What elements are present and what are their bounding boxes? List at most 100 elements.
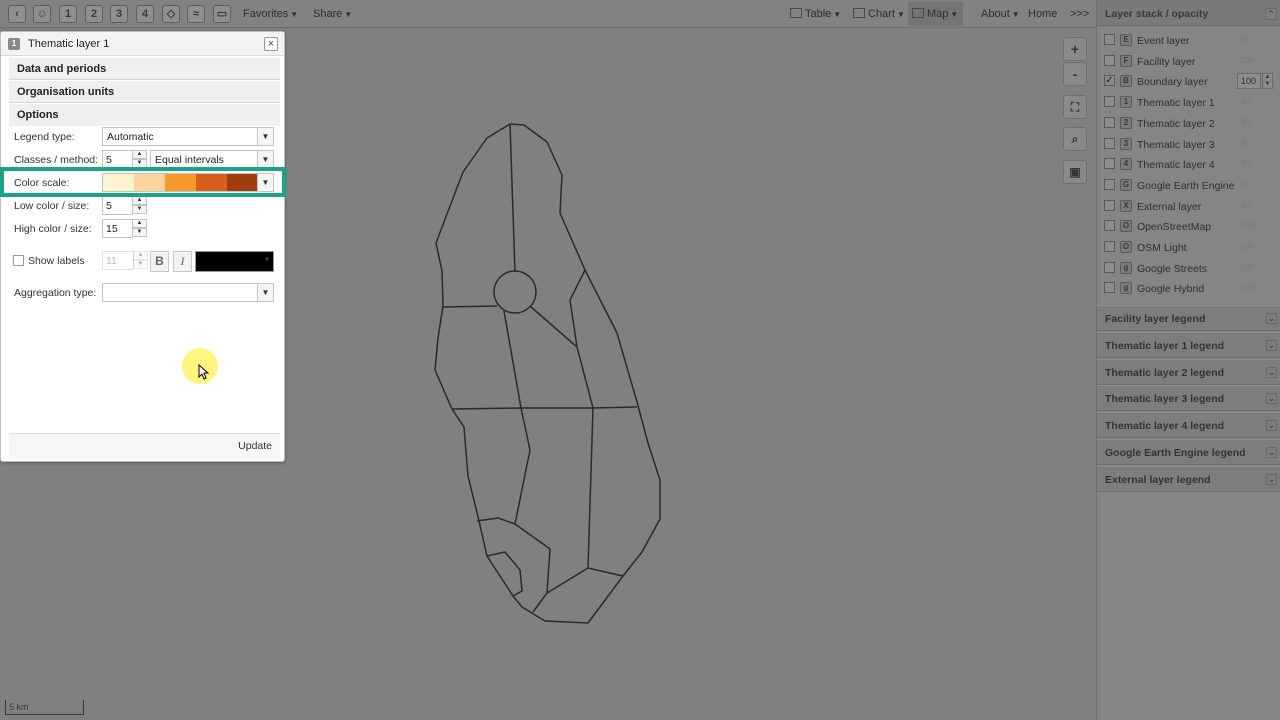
favorites-menu[interactable]: Favorites ▼ [243, 8, 298, 20]
layer-row[interactable]: G Google Earth Engine 90 [1097, 175, 1280, 195]
layer-checkbox[interactable] [1104, 220, 1115, 232]
layer-checkbox[interactable]: ✓ [1104, 75, 1115, 87]
expand-icon[interactable]: ⌄ [1266, 447, 1277, 458]
layer-checkbox[interactable] [1104, 54, 1115, 66]
legend-header[interactable]: Thematic layer 2 legend ⌄ [1097, 358, 1280, 385]
layer-row[interactable]: g Google Hybrid 100 [1097, 278, 1280, 298]
external-layer-icon[interactable]: ▭ [213, 5, 231, 23]
zoom-in-button[interactable]: + [1063, 37, 1087, 61]
expand-icon[interactable]: ⌄ [1266, 473, 1277, 485]
opacity-input[interactable]: 80 [1241, 139, 1250, 148]
aggregation-type-select[interactable]: ▼ [102, 283, 274, 302]
expand-icon[interactable]: ⌄ [1266, 339, 1277, 351]
expand-icon[interactable]: ⌄ [1266, 393, 1277, 405]
home-link[interactable]: Home [1028, 8, 1057, 20]
layer-row[interactable]: X External layer 90 [1097, 196, 1280, 216]
search-icon[interactable]: ⌕ [1063, 127, 1087, 151]
layer-row[interactable]: O OSM Light 100 [1097, 237, 1280, 257]
spin-up-icon[interactable]: ▲ [132, 196, 147, 205]
legend-header[interactable]: Thematic layer 3 legend ⌄ [1097, 385, 1280, 412]
opacity-input[interactable]: 80 [1241, 97, 1250, 106]
user-icon[interactable]: ☺ [33, 5, 51, 23]
label-font-size-stepper[interactable]: ▲ ▼ [133, 251, 148, 270]
layer-checkbox[interactable] [1104, 199, 1115, 211]
bold-button[interactable]: B [150, 251, 169, 272]
more-button[interactable]: >>> [1070, 8, 1089, 20]
show-labels-checkbox[interactable] [13, 255, 24, 266]
thematic-3-button[interactable]: 3 [110, 5, 128, 23]
layer-row[interactable]: 4 Thematic layer 4 80 [1097, 154, 1280, 174]
spin-down-icon[interactable]: ▼ [132, 205, 147, 214]
zoom-out-button[interactable]: - [1063, 62, 1087, 86]
collapse-icon[interactable]: ⌃ [1265, 8, 1277, 20]
dialog-titlebar[interactable]: 1 Thematic layer 1 × [1, 32, 284, 56]
low-size-input[interactable]: 5 [102, 196, 133, 215]
opacity-input[interactable]: 100 [1241, 221, 1254, 230]
earth-engine-icon[interactable]: ≈ [187, 5, 205, 23]
legend-header[interactable]: Google Earth Engine legend ⌄ [1097, 439, 1280, 465]
table-menu[interactable]: Table ▼ [790, 8, 841, 20]
section-org-units[interactable]: Organisation units [9, 81, 280, 103]
layer-row[interactable]: E Event layer 95 [1097, 30, 1280, 50]
opacity-input[interactable]: 100 [1237, 73, 1261, 90]
spin-up-icon[interactable]: ▲ [132, 150, 147, 159]
legend-type-select[interactable]: Automatic ▼ [102, 127, 274, 146]
layer-row[interactable]: 3 Thematic layer 3 80 [1097, 134, 1280, 154]
layer-row[interactable]: ✓ B Boundary layer 100 ▲ ▼ [1097, 71, 1280, 91]
opacity-input[interactable]: 90 [1241, 180, 1250, 189]
legend-header[interactable]: Facility layer legend ⌄ [1097, 305, 1280, 331]
chevron-down-icon[interactable]: ▼ [257, 284, 273, 301]
opacity-input[interactable]: 100 [1241, 56, 1254, 65]
share-menu[interactable]: Share ▼ [313, 8, 352, 20]
layer-checkbox[interactable] [1104, 116, 1115, 128]
layer-row[interactable]: 1 Thematic layer 1 80 [1097, 92, 1280, 112]
chevron-down-icon[interactable]: ▼ [257, 151, 273, 168]
layer-checkbox[interactable] [1104, 282, 1115, 294]
label-font-size-input[interactable]: 11 [102, 251, 134, 270]
legend-header[interactable]: Thematic layer 1 legend ⌄ [1097, 331, 1280, 358]
layer-checkbox[interactable] [1104, 96, 1115, 108]
layer-row[interactable]: F Facility layer 100 [1097, 51, 1280, 71]
thematic-2-button[interactable]: 2 [85, 5, 103, 23]
opacity-input[interactable]: 80 [1241, 118, 1250, 127]
high-size-input[interactable]: 15 [102, 219, 133, 238]
layer-checkbox[interactable] [1104, 178, 1115, 190]
layer-checkbox[interactable] [1104, 34, 1115, 45]
layer-row[interactable]: g Google Streets 100 [1097, 258, 1280, 278]
measure-icon[interactable]: ▣ [1063, 160, 1087, 184]
opacity-input[interactable]: 80 [1241, 159, 1250, 168]
layer-checkbox[interactable] [1104, 137, 1115, 149]
high-size-stepper[interactable]: ▲ ▼ [132, 219, 147, 238]
section-options[interactable]: Options [9, 104, 280, 126]
expand-icon[interactable]: ⌄ [1266, 420, 1277, 432]
boundary-icon[interactable]: ◇ [162, 5, 180, 23]
update-button[interactable]: Update [238, 440, 272, 452]
layer-checkbox[interactable] [1104, 261, 1115, 273]
label-color-picker[interactable]: ▼ [195, 251, 274, 272]
italic-button[interactable]: I [173, 251, 192, 272]
legend-header[interactable]: External layer legend ⌄ [1097, 465, 1280, 492]
expand-icon[interactable]: ⌄ [1266, 313, 1277, 324]
section-data-periods[interactable]: Data and periods [9, 58, 280, 80]
opacity-input[interactable]: 100 [1241, 283, 1254, 292]
thematic-4-button[interactable]: 4 [136, 5, 154, 23]
about-menu[interactable]: About ▼ [981, 8, 1020, 20]
layer-stack-header[interactable]: Layer stack / opacity ⌃ [1097, 0, 1280, 26]
zoom-extent-icon[interactable]: ⛶ [1063, 95, 1087, 119]
layer-row[interactable]: O OpenStreetMap 100 [1097, 216, 1280, 236]
opacity-input[interactable]: 100 [1241, 263, 1254, 272]
layer-checkbox[interactable] [1104, 241, 1115, 252]
chevron-down-icon[interactable]: ▼ [257, 128, 273, 145]
chart-menu[interactable]: Chart ▼ [853, 8, 905, 20]
legend-header[interactable]: Thematic layer 4 legend ⌄ [1097, 412, 1280, 439]
back-icon[interactable]: ‹ [8, 5, 26, 23]
map-menu[interactable]: Map ▼ [912, 8, 958, 20]
thematic-1-button[interactable]: 1 [59, 5, 77, 23]
expand-icon[interactable]: ⌄ [1266, 366, 1277, 378]
spin-down-icon[interactable]: ▼ [132, 228, 147, 237]
layer-checkbox[interactable] [1104, 158, 1115, 170]
low-size-stepper[interactable]: ▲ ▼ [132, 196, 147, 215]
layer-row[interactable]: 2 Thematic layer 2 80 [1097, 113, 1280, 133]
spin-up-icon[interactable]: ▲ [132, 219, 147, 228]
opacity-stepper[interactable]: ▲ ▼ [1262, 73, 1273, 90]
